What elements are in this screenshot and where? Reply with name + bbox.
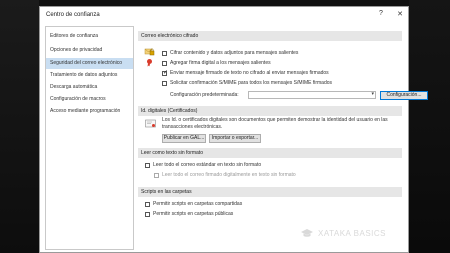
- sidebar-item-trusted-publishers[interactable]: Editores de confianza: [46, 31, 133, 42]
- sidebar-item-privacy-options[interactable]: Opciones de privacidad: [46, 45, 133, 56]
- scripts-public-folders-label: Permitir scripts en carpetas públicas: [153, 211, 234, 217]
- scripts-shared-folders-checkbox[interactable]: [145, 202, 150, 207]
- encrypt-content-checkbox[interactable]: [162, 51, 167, 56]
- read-as-plain-text-label: Leer todo el correo estándar en texto si…: [153, 162, 262, 168]
- sidebar-item-macro-settings[interactable]: Configuración de macros: [46, 94, 133, 105]
- section-heading-scripts: Scripts en las carpetas: [138, 187, 402, 197]
- publish-to-gal-button[interactable]: Publicar en GAL...: [162, 134, 206, 143]
- settings-button[interactable]: Configuración...: [380, 91, 428, 100]
- sidebar-item-automatic-download[interactable]: Descarga automática: [46, 82, 133, 93]
- read-signed-as-plain-text-label: Leer todo el correo firmado digitalmente…: [162, 172, 296, 178]
- sidebar-item-label: Tratamiento de datos adjuntos: [50, 72, 118, 78]
- request-smime-receipt-label: Solicitar confirmación S/MIME para todos…: [170, 80, 332, 86]
- default-setting-label: Configuración predeterminada:: [170, 92, 239, 98]
- read-as-plain-text-checkbox[interactable]: [145, 163, 150, 168]
- request-smime-receipt-checkbox[interactable]: [162, 81, 167, 86]
- section-heading-encrypted-email: Correo electrónico cifrado: [138, 31, 402, 41]
- sidebar-item-label: Opciones de privacidad: [50, 47, 103, 53]
- sidebar-item-programmatic-access[interactable]: Acceso mediante programación: [46, 106, 133, 117]
- sidebar-item-label: Descarga automática: [50, 84, 98, 90]
- send-clear-signed-checkbox[interactable]: [162, 69, 168, 76]
- sidebar-item-attachment-handling[interactable]: Tratamiento de datos adjuntos: [46, 70, 133, 81]
- sidebar: Editores de confianza Opciones de privac…: [45, 26, 134, 250]
- add-signature-label: Agregar firma digital a los mensajes sal…: [170, 60, 271, 66]
- watermark-text: XATAKA BASICS: [318, 229, 387, 238]
- scripts-public-folders-checkbox[interactable]: [145, 212, 150, 217]
- chevron-down-icon: ▾: [371, 91, 374, 97]
- section-heading-plain-text: Leer como texto sin formato: [138, 148, 402, 158]
- certificate-ribbon-icon: [147, 59, 152, 67]
- sidebar-item-label: Configuración de macros: [50, 96, 106, 102]
- background-right: [409, 0, 450, 253]
- close-button[interactable]: ✕: [395, 10, 405, 18]
- encrypt-content-label: Cifrar contenido y datos adjuntos para m…: [170, 50, 299, 56]
- import-export-button[interactable]: Importar o exportar...: [209, 134, 261, 143]
- sidebar-item-label: Seguridad del correo electrónico: [50, 60, 122, 66]
- trust-center-dialog: Centro de confianza ? ✕ Editores de conf…: [39, 6, 428, 253]
- scripts-shared-folders-label: Permitir scripts en carpetas compartidas: [153, 201, 243, 207]
- default-setting-select[interactable]: ▾: [248, 91, 376, 99]
- graduation-cap-icon: [301, 229, 313, 237]
- certificate-icon: [145, 119, 156, 128]
- lock-envelope-icon: [144, 48, 155, 56]
- section-heading-digital-ids: Id. digitales (Certificados): [138, 106, 402, 116]
- sidebar-item-label: Acceso mediante programación: [50, 108, 121, 114]
- read-signed-as-plain-text-checkbox[interactable]: [154, 173, 159, 178]
- help-button[interactable]: ?: [376, 10, 386, 17]
- window-title: Centro de confianza: [46, 12, 100, 18]
- main-panel: Correo electrónico cifrado Cifrar conten…: [138, 26, 428, 250]
- background-left: [0, 0, 39, 253]
- sidebar-item-email-security[interactable]: Seguridad del correo electrónico: [46, 58, 133, 69]
- digital-ids-description: Los Id. o certificados digitales son doc…: [162, 117, 388, 130]
- sidebar-item-label: Editores de confianza: [50, 33, 99, 39]
- add-signature-checkbox[interactable]: [162, 61, 167, 66]
- send-clear-signed-label: Enviar mensaje firmado de texto no cifra…: [170, 70, 329, 76]
- title-bar: Centro de confianza ? ✕: [40, 7, 408, 25]
